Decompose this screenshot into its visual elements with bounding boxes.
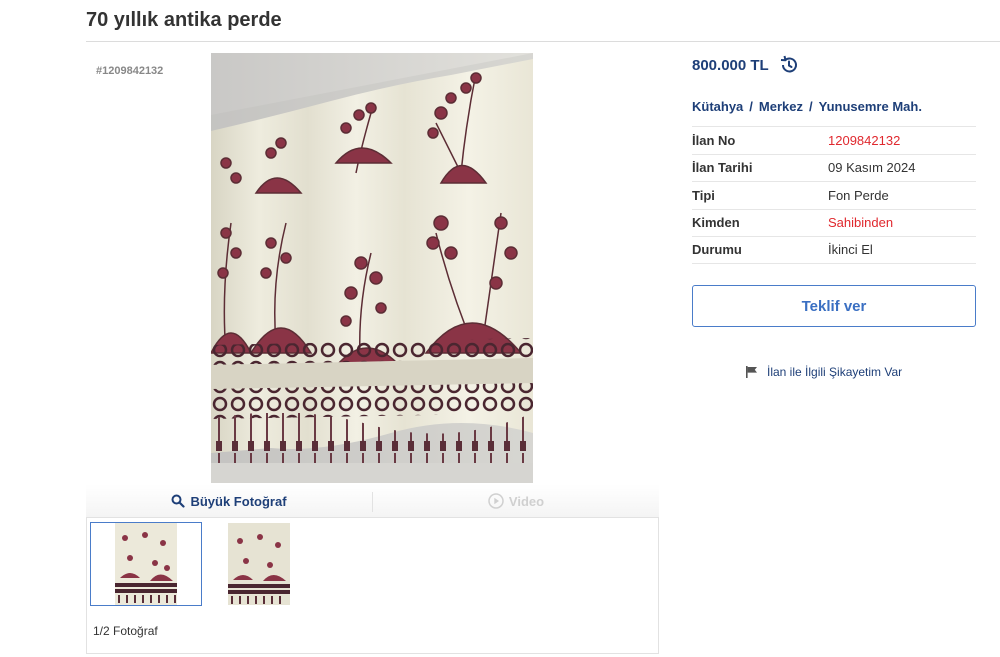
- price: 800.000 TL: [692, 56, 769, 74]
- play-icon: [488, 493, 504, 509]
- listing-details-table: İlan No 1209842132 İlan Tarihi 09 Kasım …: [692, 126, 976, 264]
- detail-key: Tipi: [692, 187, 715, 203]
- detail-row: Durumu İkinci El: [692, 236, 976, 264]
- flag-icon: [746, 366, 757, 378]
- detail-value: Sahibinden: [828, 215, 894, 231]
- listing-title: 70 yıllık antika perde: [86, 9, 282, 31]
- thumbnail-1[interactable]: [90, 522, 202, 606]
- photo-counter: 1/2 Fotoğraf: [93, 624, 158, 638]
- detail-row: İlan No 1209842132: [692, 126, 976, 154]
- breadcrumb-district[interactable]: Merkez: [759, 99, 803, 114]
- video-label: Video: [508, 493, 545, 509]
- complaint-label: İlan ile İlgili Şikayetim Var: [767, 365, 903, 379]
- breadcrumb-neighborhood[interactable]: Yunusemre Mah.: [819, 99, 922, 114]
- breadcrumb-separator: /: [809, 99, 813, 114]
- detail-value: Fon Perde: [828, 187, 889, 203]
- title-divider: [86, 41, 1000, 42]
- detail-key: Kimden: [692, 215, 740, 231]
- detail-row: İlan Tarihi 09 Kasım 2024: [692, 153, 976, 182]
- detail-key: İlan Tarihi: [692, 160, 753, 176]
- detail-row: Tipi Fon Perde: [692, 181, 976, 209]
- media-toolbar: Büyük Fotoğraf Video: [86, 484, 659, 518]
- big-photo-label: Büyük Fotoğraf: [190, 493, 287, 509]
- complaint-link[interactable]: İlan ile İlgili Şikayetim Var: [745, 365, 902, 379]
- breadcrumb-separator: /: [749, 99, 753, 114]
- detail-value: İkinci El: [828, 242, 873, 258]
- make-offer-button[interactable]: Teklif ver: [692, 285, 976, 327]
- history-icon[interactable]: [779, 55, 799, 75]
- search-icon: [171, 494, 186, 508]
- thumbnail-image: [228, 523, 290, 605]
- detail-key: İlan No: [692, 132, 736, 148]
- listing-id-label: #1209842132: [96, 65, 164, 77]
- detail-value: 1209842132: [828, 132, 901, 148]
- thumbnail-panel: 1/2 Fotoğraf: [86, 518, 659, 654]
- thumbnail-image: [115, 523, 177, 605]
- detail-row: Kimden Sahibinden: [692, 208, 976, 237]
- big-photo-button[interactable]: Büyük Fotoğraf: [86, 484, 372, 518]
- video-button[interactable]: Video: [373, 484, 659, 518]
- breadcrumb-city[interactable]: Kütahya: [692, 99, 743, 114]
- detail-key: Durumu: [692, 242, 742, 258]
- main-photo[interactable]: [211, 53, 533, 483]
- detail-value: 09 Kasım 2024: [828, 160, 916, 176]
- breadcrumb: Kütahya / Merkez / Yunusemre Mah.: [692, 99, 922, 114]
- thumbnail-2[interactable]: [203, 522, 315, 606]
- price-row: 800.000 TL: [692, 55, 799, 75]
